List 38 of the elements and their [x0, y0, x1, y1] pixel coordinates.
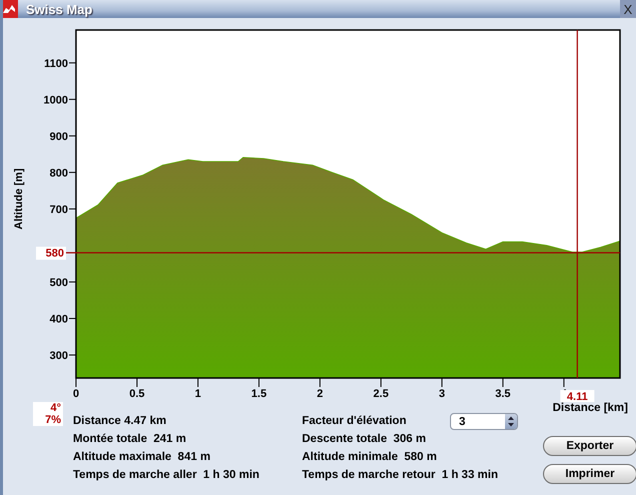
axis-label: 1100	[44, 58, 68, 70]
axis-title: Distance [km]	[552, 403, 628, 412]
stat-text: Distance 4.47 km	[73, 414, 168, 429]
ref-line-label: 580	[46, 248, 64, 260]
axis-label: 900	[50, 130, 68, 143]
stat-text: Temps de marche aller 1 h 30 min	[73, 468, 260, 483]
cursor-value: 4.11	[560, 390, 594, 402]
stat-text: Altitude maximale 841 m	[73, 450, 212, 465]
axis-label: 0.5	[129, 388, 145, 400]
action-button[interactable]: Exporter	[543, 436, 636, 456]
cursor-value: 580	[36, 246, 66, 260]
axis-label: 300	[50, 350, 68, 362]
close-button[interactable]: X	[620, 0, 636, 18]
axis-label: 800	[50, 167, 68, 180]
axis-label: 1	[194, 388, 202, 400]
app-icon	[3, 0, 18, 18]
axis-label: 500	[50, 276, 68, 289]
axis-label: 1.5	[251, 388, 267, 400]
stat-text: Altitude minimale 580 m	[302, 450, 438, 465]
ref-line-label: 4.11	[566, 391, 588, 403]
action-button[interactable]: Imprimer	[543, 464, 636, 484]
axis-label: 700	[50, 204, 68, 216]
axis-label: 3.5	[495, 388, 511, 400]
axis-label: 3	[438, 388, 445, 400]
stat-text: Montée totale 241 m	[73, 432, 188, 447]
slope-degrees: 4°	[50, 402, 61, 414]
axis-label: 2.5	[373, 388, 389, 400]
stat-text: Temps de marche retour 1 h 33 min	[302, 468, 499, 483]
axis-label: 0	[72, 388, 80, 400]
axis-label: 2	[316, 388, 323, 400]
slope-percent: 7%	[45, 414, 61, 426]
elevation-spinner[interactable]: 3	[450, 413, 518, 430]
stat-text: Descente totale 306 m	[302, 432, 428, 447]
field-label: Facteur d'élévation	[302, 414, 408, 429]
window-title: Swiss Map	[25, 2, 94, 16]
axis-title: Altitude [m]	[13, 168, 25, 230]
axis-label: 400	[50, 313, 68, 326]
axis-label: 1000	[44, 94, 68, 106]
